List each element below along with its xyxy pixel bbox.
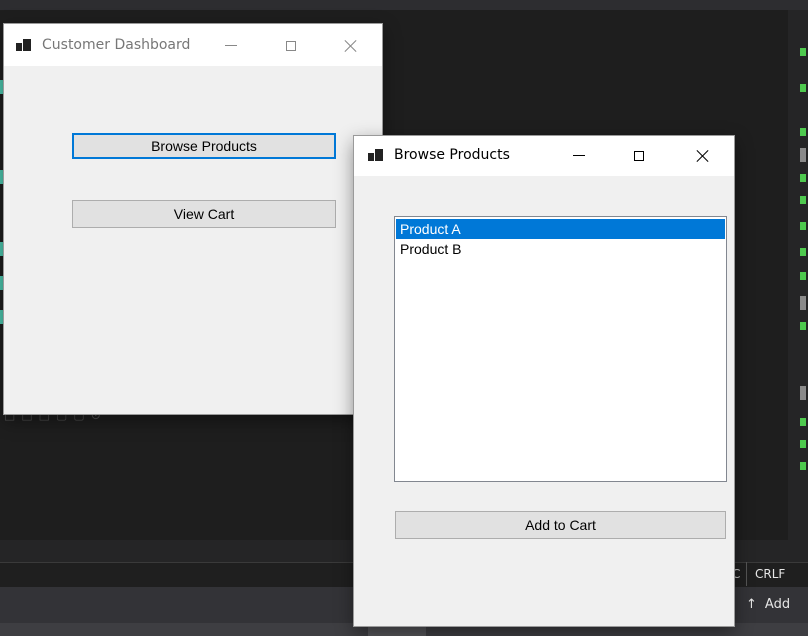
window-app-icon: [16, 38, 32, 52]
window-title: Browse Products: [394, 147, 510, 163]
scroll-marker: [800, 196, 806, 204]
close-icon[interactable]: [328, 38, 374, 52]
scroll-marker: [800, 222, 806, 230]
ide-top-bar: [0, 0, 808, 10]
customer-dashboard-window: Customer Dashboard Browse Products View …: [4, 24, 382, 414]
minimize-icon[interactable]: [556, 148, 602, 162]
product-listbox[interactable]: Product A Product B: [394, 216, 727, 482]
maximize-icon[interactable]: [616, 148, 662, 162]
scroll-marker: [800, 440, 806, 448]
add-to-cart-button[interactable]: Add to Cart: [395, 511, 726, 539]
list-item-product-a[interactable]: Product A: [396, 219, 725, 239]
scroll-marker: [800, 48, 806, 56]
taskbar-item[interactable]: [368, 626, 426, 636]
maximize-icon[interactable]: [268, 38, 314, 52]
customer-dashboard-titlebar[interactable]: Customer Dashboard: [4, 24, 382, 66]
status-line-ending[interactable]: CRLF: [746, 562, 798, 586]
status-add-button[interactable]: ↑ Add: [736, 587, 808, 623]
browse-products-titlebar[interactable]: Browse Products: [354, 136, 734, 176]
window-title: Customer Dashboard: [42, 37, 191, 53]
editor-scrollbar[interactable]: [788, 10, 808, 562]
window-app-icon: [368, 148, 384, 162]
scroll-marker: [800, 418, 806, 426]
browse-products-window: Browse Products Product A Product B Add …: [354, 136, 734, 626]
scroll-marker: [800, 128, 806, 136]
minimize-icon[interactable]: [208, 38, 254, 52]
scroll-marker: [800, 322, 806, 330]
arrow-up-icon: ↑: [746, 597, 757, 612]
scroll-marker: [800, 386, 806, 400]
close-icon[interactable]: [680, 148, 726, 162]
scroll-marker: [800, 272, 806, 280]
scroll-marker: [800, 296, 806, 310]
browse-products-button[interactable]: Browse Products: [72, 133, 336, 159]
scroll-marker: [800, 248, 806, 256]
scroll-marker: [800, 462, 806, 470]
list-item-product-b[interactable]: Product B: [396, 239, 725, 259]
scroll-marker: [800, 148, 806, 162]
status-add-label: Add: [764, 597, 791, 612]
view-cart-button[interactable]: View Cart: [72, 200, 336, 228]
scroll-marker: [800, 174, 806, 182]
scroll-marker: [800, 84, 806, 92]
